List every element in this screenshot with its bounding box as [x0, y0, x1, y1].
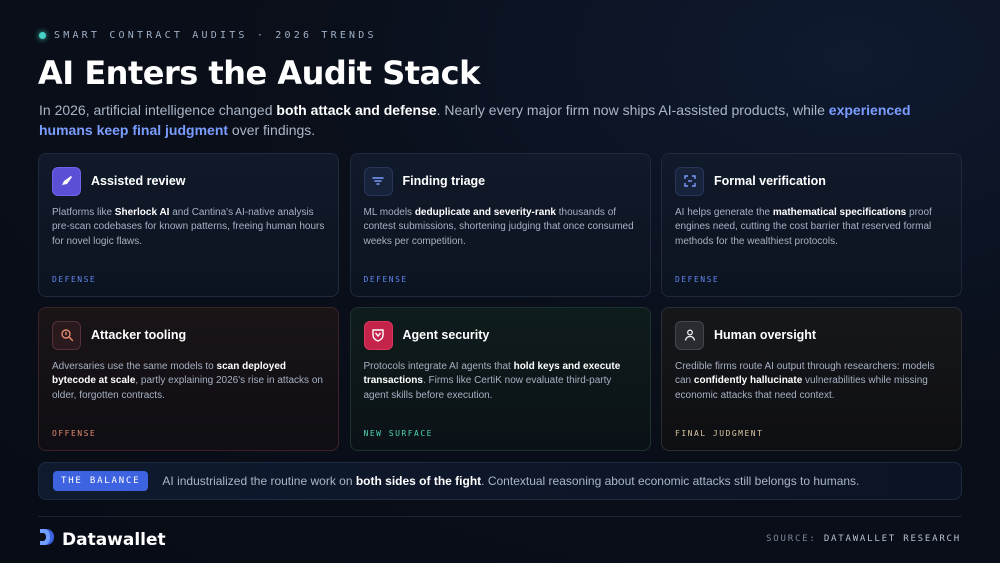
- balance-text-2: . Contextual reasoning about economic at…: [481, 474, 860, 488]
- card-body: Protocols integrate AI agents that hold …: [364, 360, 637, 403]
- card-body-text: Protocols integrate AI agents that: [363, 361, 514, 372]
- intro-text-1: In 2026, artificial intelligence changed: [39, 102, 277, 118]
- card-tag: FINAL JUDGMENT: [675, 429, 764, 438]
- brand-name: Datawallet: [62, 529, 166, 550]
- eyebrow: SMART CONTRACT AUDITS · 2026 TRENDS: [39, 30, 377, 41]
- datawallet-logo-icon: [38, 527, 56, 552]
- balance-text-1: AI industrialized the routine work on: [162, 474, 356, 488]
- card-body-bold: deduplicate and severity-rank: [414, 207, 556, 218]
- card-body-text: ML models: [363, 207, 415, 218]
- card-body: Credible firms route AI output through r…: [675, 360, 948, 403]
- shield-icon: [363, 320, 393, 350]
- card-title: Attacker tooling: [91, 328, 187, 342]
- card-formal-verification: Formal verification AI helps generate th…: [661, 153, 962, 297]
- card-tag: DEFENSE: [52, 275, 97, 284]
- filter-icon: [363, 166, 393, 196]
- intro-bold-1: both attack and defense: [276, 102, 437, 118]
- card-body: Platforms like Sherlock AI and Cantina's…: [52, 206, 325, 249]
- card-body-bold: confidently hallucinate: [693, 375, 803, 387]
- card-header: Human oversight: [675, 320, 948, 350]
- card-header: Agent security: [363, 320, 637, 350]
- status-dot-icon: [39, 32, 46, 39]
- source-credit: SOURCE: DATAWALLET RESEARCH: [766, 534, 961, 544]
- card-agent-security: Agent security Protocols integrate AI ag…: [349, 307, 651, 451]
- card-body-text: AI helps generate the: [675, 207, 773, 218]
- person-icon: [675, 320, 704, 350]
- scan-frame-icon: [675, 166, 704, 196]
- card-title: Human oversight: [714, 328, 817, 342]
- card-tag: OFFENSE: [52, 429, 97, 438]
- card-title: Agent security: [402, 328, 490, 342]
- card-header: Attacker tooling: [52, 320, 325, 350]
- balance-banner: THE BALANCE AI industrialized the routin…: [38, 462, 962, 500]
- footer-divider: [38, 516, 962, 517]
- card-body: ML models deduplicate and severity-rank …: [364, 206, 637, 249]
- card-body-text: Adversaries use the same models to: [52, 361, 217, 372]
- card-tag: DEFENSE: [675, 275, 720, 284]
- balance-badge: THE BALANCE: [53, 471, 149, 491]
- card-attacker-tooling: Attacker tooling Adversaries use the sam…: [38, 307, 339, 451]
- intro-paragraph: In 2026, artificial intelligence changed…: [39, 100, 939, 140]
- card-title: Finding triage: [402, 174, 486, 188]
- card-human-oversight: Human oversight Credible firms route AI …: [661, 307, 962, 451]
- card-header: Assisted review: [52, 166, 325, 196]
- card-tag: DEFENSE: [363, 275, 408, 284]
- intro-text-3: over findings.: [228, 122, 316, 138]
- source-label: SOURCE:: [766, 534, 817, 544]
- brand: Datawallet: [38, 527, 166, 552]
- intro-text-2: . Nearly every major firm now ships AI-a…: [436, 102, 829, 118]
- card-body-bold: Sherlock AI: [114, 207, 170, 218]
- card-title: Assisted review: [91, 174, 186, 188]
- source-value: DATAWALLET RESEARCH: [823, 534, 961, 544]
- card-assisted-review: Assisted review Platforms like Sherlock …: [38, 153, 339, 297]
- pen-icon: [52, 166, 81, 196]
- page-title: AI Enters the Audit Stack: [38, 54, 480, 92]
- eyebrow-text: SMART CONTRACT AUDITS · 2026 TRENDS: [54, 30, 377, 41]
- card-finding-triage: Finding triage ML models deduplicate and…: [349, 153, 651, 297]
- cards-grid: Assisted review Platforms like Sherlock …: [38, 153, 962, 451]
- balance-text: AI industrialized the routine work on bo…: [162, 474, 859, 488]
- card-body: AI helps generate the mathematical speci…: [675, 206, 948, 249]
- card-title: Formal verification: [714, 174, 826, 188]
- card-tag: NEW SURFACE: [363, 429, 433, 438]
- search-icon: [52, 320, 81, 350]
- card-body-bold: mathematical specifications: [772, 207, 907, 218]
- card-header: Formal verification: [675, 166, 948, 196]
- card-header: Finding triage: [363, 166, 637, 196]
- card-body-text: Platforms like: [52, 207, 115, 218]
- balance-bold: both sides of the fight: [355, 474, 482, 488]
- card-body: Adversaries use the same models to scan …: [52, 360, 325, 403]
